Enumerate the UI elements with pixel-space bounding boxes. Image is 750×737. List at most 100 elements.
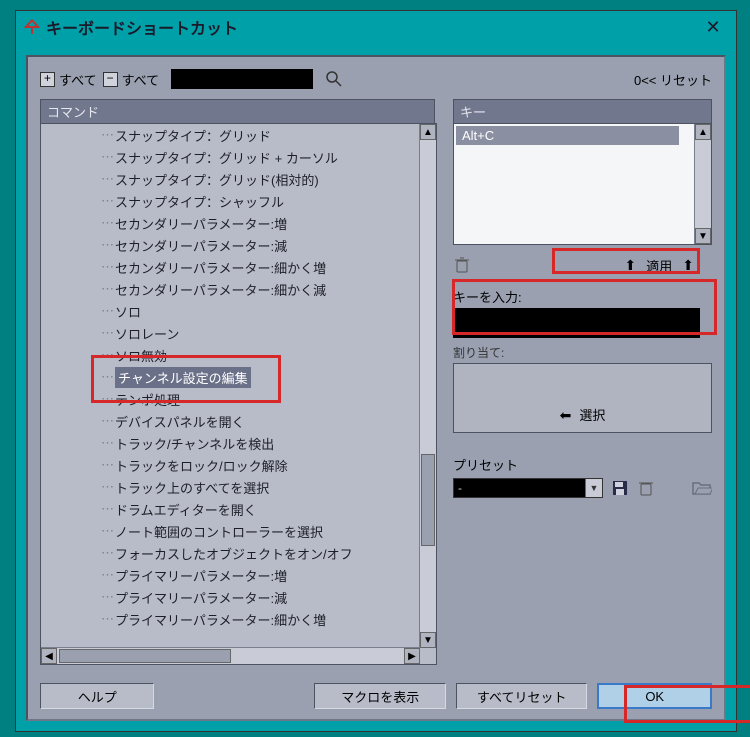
delete-preset-icon[interactable] — [637, 479, 655, 497]
scroll-down-icon[interactable]: ▼ — [695, 228, 711, 244]
close-icon[interactable]: ✕ — [698, 17, 728, 38]
key-input-field[interactable] — [453, 308, 700, 338]
tree-branch-icon: ⋯ — [101, 567, 113, 583]
tree-item-label: プライマリーパラメーター:細かく増 — [115, 610, 326, 629]
tree-item-label: ドラムエディターを開く — [115, 500, 257, 519]
tree-item-label: トラック/チャンネルを検出 — [115, 434, 274, 453]
help-button[interactable]: ヘルプ — [40, 683, 154, 709]
preset-select[interactable]: - ▼ — [453, 478, 603, 498]
apply-button[interactable]: ⬆ 適用 ⬆ — [607, 254, 712, 277]
tree-item[interactable]: ⋯デバイスパネルを開く — [41, 410, 420, 432]
tree-item[interactable]: ⋯セカンダリーパラメーター:減 — [41, 234, 420, 256]
tree-branch-icon: ⋯ — [101, 457, 113, 473]
tree-item[interactable]: ⋯ソロ無効 — [41, 344, 420, 366]
tree-item-label: チャンネル設定の編集 — [115, 367, 251, 388]
tree-item[interactable]: ⋯スナップタイプ：グリッド — [41, 124, 420, 146]
preset-value: - — [458, 481, 462, 495]
keys-scrollbar[interactable]: ▲ ▼ — [694, 124, 711, 244]
tree-branch-icon: ⋯ — [101, 259, 113, 275]
tree-branch-icon: ⋯ — [101, 237, 113, 253]
chevron-down-icon[interactable]: ▼ — [585, 479, 602, 497]
tree-branch-icon: ⋯ — [101, 501, 113, 517]
minus-icon[interactable]: − — [103, 72, 118, 87]
tree-item[interactable]: ⋯ドラムエディターを開く — [41, 498, 420, 520]
apply-label: 適用 — [646, 256, 672, 275]
assigned-key-item[interactable]: Alt+C — [456, 126, 679, 145]
reset-all-label: すべてリセット — [477, 687, 567, 706]
scroll-down-icon[interactable]: ▼ — [420, 632, 436, 648]
search-icon[interactable] — [325, 70, 343, 88]
tree-item-label: プライマリーパラメーター:減 — [115, 588, 287, 607]
tree-item-label: スナップタイプ：グリッド + カーソル — [115, 148, 338, 167]
expand-all[interactable]: + すべて — [40, 70, 97, 89]
search-input[interactable] — [171, 69, 313, 89]
tree-item-label: ソロレーン — [115, 324, 179, 343]
tree-item[interactable]: ⋯ソロレーン — [41, 322, 420, 344]
tree-branch-icon: ⋯ — [101, 413, 113, 429]
scroll-thumb[interactable] — [421, 454, 435, 546]
scroll-up-icon[interactable]: ▲ — [420, 124, 436, 140]
button-row: ヘルプ マクロを表示 すべてリセット OK — [40, 683, 712, 709]
app-icon — [24, 19, 40, 35]
tree-branch-icon: ⋯ — [101, 347, 113, 363]
preset-row: - ▼ — [453, 478, 712, 498]
reset-all-button[interactable]: すべてリセット — [456, 683, 587, 709]
tree-item[interactable]: ⋯ソロ — [41, 300, 420, 322]
tree-item[interactable]: ⋯プライマリーパラメーター:増 — [41, 564, 420, 586]
scroll-up-icon[interactable]: ▲ — [695, 124, 711, 140]
save-preset-icon[interactable] — [611, 479, 629, 497]
scroll-right-icon[interactable]: ▶ — [404, 648, 420, 664]
tree-item[interactable]: ⋯フォーカスしたオブジェクトをオン/オフ — [41, 542, 420, 564]
tree-item[interactable]: ⋯プライマリーパラメーター:減 — [41, 586, 420, 608]
macro-label: マクロを表示 — [341, 687, 419, 706]
horizontal-scrollbar[interactable]: ◀ ▶ — [41, 647, 420, 664]
collapse-all[interactable]: − すべて — [103, 70, 160, 89]
tree-item[interactable]: ⋯セカンダリーパラメーター:細かく減 — [41, 278, 420, 300]
window-title: キーボードショートカット — [46, 15, 698, 39]
hscroll-thumb[interactable] — [59, 649, 231, 663]
tree-branch-icon: ⋯ — [101, 281, 113, 297]
plus-icon[interactable]: + — [40, 72, 55, 87]
collapse-all-label: すべて — [122, 70, 160, 89]
client-area: + すべて − すべて 0<< リセット コマンド ⋯スナップタイプ：グリッド⋯… — [26, 55, 726, 721]
keys-header: キー — [453, 99, 712, 123]
reset-counter[interactable]: 0<< リセット — [634, 70, 712, 89]
delete-key-icon[interactable] — [453, 256, 471, 274]
tree-item[interactable]: ⋯スナップタイプ：グリッド + カーソル — [41, 146, 420, 168]
tree-item[interactable]: ⋯トラック上のすべてを選択 — [41, 476, 420, 498]
tree-branch-icon: ⋯ — [101, 325, 113, 341]
tree-branch-icon: ⋯ — [101, 369, 113, 385]
tree-item-label: セカンダリーパラメーター:細かく減 — [115, 280, 326, 299]
tree-item[interactable]: ⋯セカンダリーパラメーター:増 — [41, 212, 420, 234]
tree-item-label: テンポ処理 — [115, 390, 180, 409]
titlebar[interactable]: キーボードショートカット ✕ — [16, 11, 736, 43]
tree-item[interactable]: ⋯スナップタイプ：シャッフル — [41, 190, 420, 212]
select-button[interactable]: 選択 — [579, 405, 605, 424]
tree-item[interactable]: ⋯トラックをロック/ロック解除 — [41, 454, 420, 476]
tree-item-label: トラック上のすべてを選択 — [115, 478, 269, 497]
ok-button[interactable]: OK — [597, 683, 712, 709]
tree-item[interactable]: ⋯ノート範囲のコントローラーを選択 — [41, 520, 420, 542]
tree-item[interactable]: ⋯プライマリーパラメーター:細かく増 — [41, 608, 420, 630]
tree-branch-icon: ⋯ — [101, 171, 113, 187]
tree-branch-icon: ⋯ — [101, 391, 113, 407]
scroll-left-icon[interactable]: ◀ — [41, 648, 57, 664]
tree-branch-icon: ⋯ — [101, 589, 113, 605]
tree-item[interactable]: ⋯チャンネル設定の編集 — [41, 366, 420, 388]
command-tree[interactable]: ⋯スナップタイプ：グリッド⋯スナップタイプ：グリッド + カーソル⋯スナップタイ… — [40, 123, 437, 665]
arrow-up-icon: ⬆ — [682, 257, 694, 274]
tree-item-label: ソロ無効 — [115, 346, 167, 365]
tree-item-label: トラックをロック/ロック解除 — [115, 456, 288, 475]
tree-item[interactable]: ⋯トラック/チャンネルを検出 — [41, 432, 420, 454]
assigned-keys-list[interactable]: Alt+C ▲ ▼ — [453, 123, 712, 245]
open-preset-icon[interactable] — [692, 480, 712, 496]
show-macro-button[interactable]: マクロを表示 — [314, 683, 445, 709]
vertical-scrollbar[interactable]: ▲ ▼ — [419, 124, 436, 648]
help-label: ヘルプ — [78, 687, 117, 706]
assign-panel: ⬅ 選択 — [453, 363, 712, 433]
tree-item[interactable]: ⋯スナップタイプ：グリッド(相対的) — [41, 168, 420, 190]
tree-item[interactable]: ⋯セカンダリーパラメーター:細かく増 — [41, 256, 420, 278]
tree-item[interactable]: ⋯テンポ処理 — [41, 388, 420, 410]
tree-item-label: スナップタイプ：グリッド — [115, 126, 271, 145]
command-panel: コマンド ⋯スナップタイプ：グリッド⋯スナップタイプ：グリッド + カーソル⋯ス… — [40, 99, 435, 665]
